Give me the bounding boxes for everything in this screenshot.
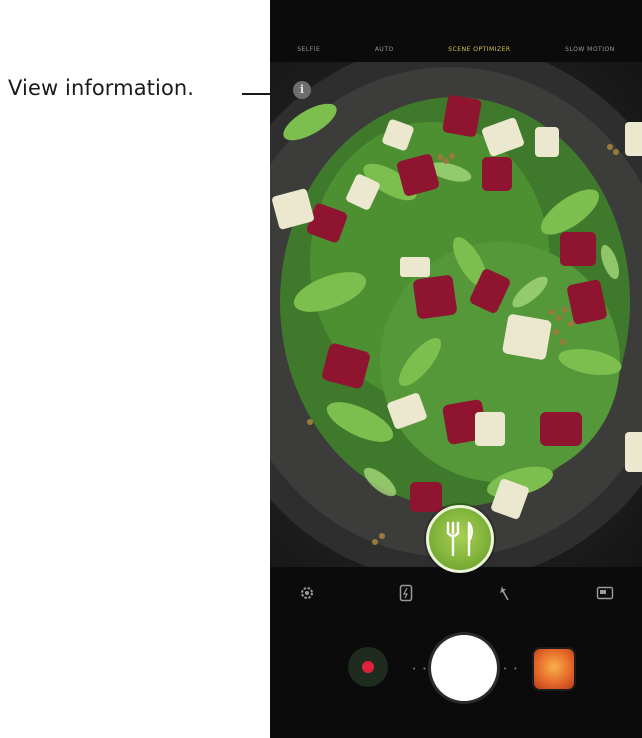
salad-preview-image — [270, 62, 642, 567]
filter-wand-icon — [499, 586, 509, 601]
camera-viewfinder[interactable] — [270, 62, 642, 567]
mode-tab-selfie[interactable]: SELFIE — [297, 46, 320, 53]
info-icon[interactable]: i — [293, 81, 311, 99]
food-mode-button[interactable] — [426, 505, 494, 573]
callout-label: View information. — [8, 76, 195, 100]
flash-button[interactable] — [395, 582, 417, 604]
record-video-button[interactable] — [348, 647, 388, 687]
camera-toolbar — [270, 575, 642, 611]
settings-icon — [301, 587, 313, 599]
flash-icon — [400, 584, 413, 602]
aspect-ratio-button[interactable] — [594, 582, 616, 604]
gallery-thumbnail[interactable] — [532, 647, 576, 691]
camera-screen: SELFIE AUTO SCENE OPTIMIZER SLOW MOTION — [270, 0, 642, 738]
mode-tab-slow-motion[interactable]: SLOW MOTION — [565, 46, 615, 53]
aspect-ratio-icon — [596, 586, 614, 600]
shutter-swipe-hint-left: • • — [412, 665, 429, 673]
settings-button[interactable] — [296, 582, 318, 604]
shutter-button[interactable] — [431, 635, 497, 701]
fork-knife-icon — [446, 521, 473, 557]
mode-tab-scene-optimizer[interactable]: SCENE OPTIMIZER — [448, 46, 510, 53]
camera-mode-bar: SELFIE AUTO SCENE OPTIMIZER SLOW MOTION — [270, 38, 642, 60]
filter-button[interactable] — [495, 582, 517, 604]
shutter-controls: • • • • — [270, 618, 642, 728]
record-dot-icon — [362, 661, 374, 673]
mode-tab-auto[interactable]: AUTO — [375, 46, 394, 53]
shutter-swipe-hint-right: • • — [503, 665, 520, 673]
